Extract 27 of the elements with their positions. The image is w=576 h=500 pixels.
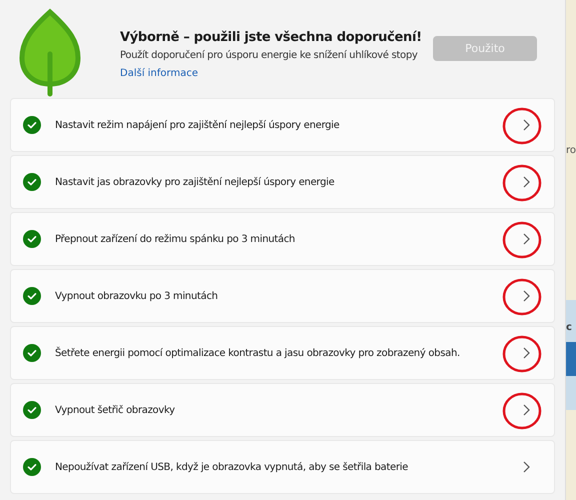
recommendation-label: Nastavit jas obrazovky pro zajištění nejlepší úspory energie — [55, 176, 336, 188]
recommendation-label: Vypnout šetřič obrazovky — [55, 404, 176, 416]
recommendation-row[interactable]: Přepnout zařízení do režimu spánku po 3 minutách — [10, 212, 556, 266]
recommendation-label: Šetřete energii pomocí optimalizace kontrastu a jasu obrazovky pro zobrazený obsah. — [55, 348, 461, 358]
chevron-icon[interactable] — [522, 347, 530, 359]
recommendation-label: Přepnout zařízení do režimu spánku po 3 minutách — [55, 234, 296, 244]
recommendation-label: Nepoužívat zařízení USB, když je obrazovka vypnutá, aby se šetřila baterie — [55, 462, 409, 472]
recommendation-label: Vypnout obrazovku po 3 minutách — [55, 290, 219, 302]
header-title: Výborně – použili jste všechna doporučení! — [120, 30, 423, 45]
recommendation-row[interactable]: Nastavit režim napájení pro zajištění nejlepší úspory energie — [10, 98, 556, 152]
learn-more-link[interactable]: Další informace — [120, 68, 198, 79]
recommendation-row[interactable]: Nepoužívat zařízení USB, když je obrazovka vypnutá, aby se šetřila baterie — [10, 440, 556, 494]
leaf-icon — [18, 8, 82, 98]
chevron-icon[interactable] — [522, 404, 530, 416]
recommendation-row[interactable]: Šetřete energii pomocí optimalizace kontrastu a jasu obrazovky pro zobrazený obsah. — [10, 326, 556, 380]
chevron-icon[interactable] — [522, 461, 530, 473]
header-description: Použít doporučení pro úsporu energie ke snížení uhlíkové stopy — [120, 50, 419, 61]
background-text: ro — [566, 145, 576, 156]
chevron-icon[interactable] — [522, 119, 530, 131]
recommendation-row[interactable]: Vypnout šetřič obrazovky — [10, 383, 556, 437]
recommendation-row[interactable]: Vypnout obrazovku po 3 minutách — [10, 269, 556, 323]
chevron-icon[interactable] — [522, 176, 530, 188]
background-text: c — [566, 322, 572, 333]
recommendation-row[interactable]: Nastavit jas obrazovky pro zajištění nejlepší úspory energie — [10, 155, 556, 209]
chevron-icon[interactable] — [522, 290, 530, 302]
chevron-icon[interactable] — [522, 233, 530, 245]
recommendation-label: Nastavit režim napájení pro zajištění nejlepší úspory energie — [55, 120, 340, 130]
